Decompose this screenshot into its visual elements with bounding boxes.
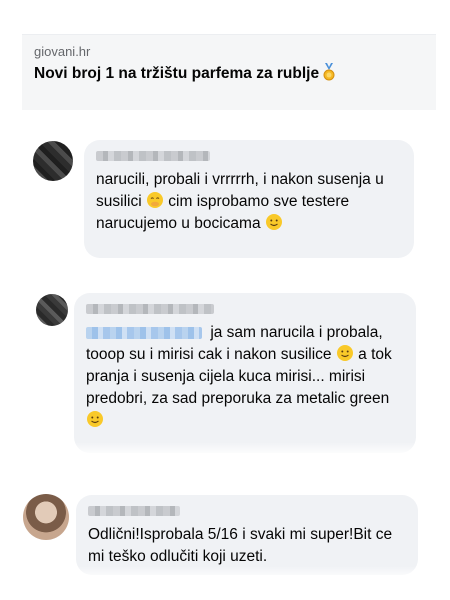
comment-bubble: narucili, probali i vrrrrrh, i nakon sus… — [84, 140, 414, 258]
smiling-face-icon — [87, 411, 103, 427]
link-title: Novi broj 1 na tržištu parfema za rublje — [34, 63, 424, 84]
gold-medal-icon — [323, 63, 335, 81]
smiling-face-icon — [336, 345, 353, 361]
commenter-name-blurred[interactable] — [86, 304, 214, 314]
avatar[interactable] — [23, 494, 69, 540]
avatar[interactable] — [36, 294, 68, 326]
commenter-name-blurred[interactable] — [88, 506, 180, 516]
comment-bubble: Odlični!Isprobala 5/16 i svaki mi super!… — [76, 495, 418, 575]
face-with-hand-over-mouth-icon — [146, 192, 163, 208]
comment-bubble: ja sam narucila i probala, tooop su i mi… — [74, 293, 416, 453]
link-title-text: Novi broj 1 na tržištu parfema za rublje — [34, 65, 320, 82]
link-preview-card[interactable]: giovani.hr Novi broj 1 na tržištu parfem… — [22, 34, 436, 110]
comment-text: Odlični!Isprobala 5/16 i svaki mi super!… — [88, 526, 393, 565]
comment-fade — [0, 442, 450, 456]
comment-fade — [0, 566, 450, 580]
mentioned-user-blurred[interactable] — [86, 326, 202, 339]
commenter-name-blurred[interactable] — [96, 151, 210, 161]
link-domain: giovani.hr — [34, 44, 91, 59]
smiling-face-icon — [265, 214, 282, 230]
avatar[interactable] — [33, 141, 73, 181]
